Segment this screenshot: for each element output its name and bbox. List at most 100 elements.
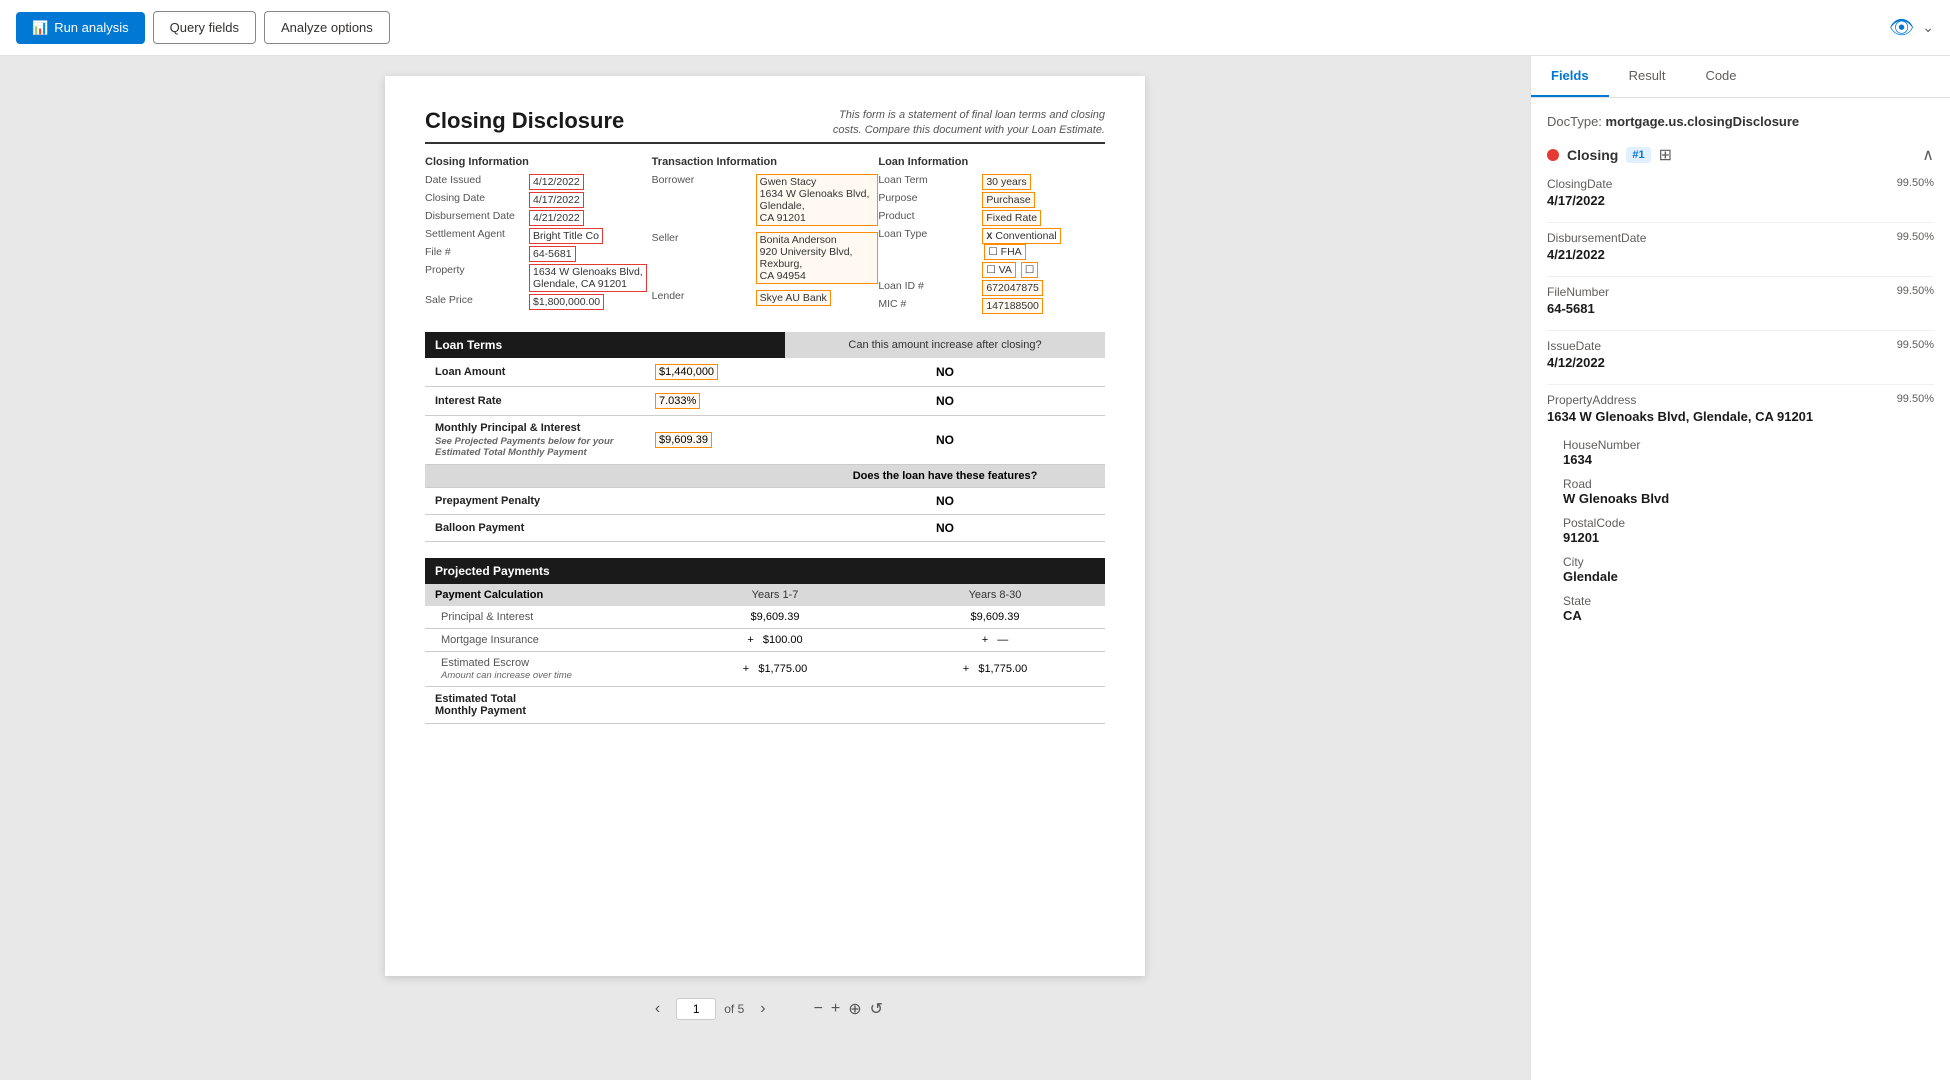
right-panel: Fields Result Code DocType: mortgage.us.…: [1530, 56, 1950, 1080]
disbursement-date-confidence: 99.50%: [1897, 231, 1934, 245]
loan-info-title: Loan Information: [878, 156, 1105, 168]
table-row: Interest Rate 7.033% NO: [425, 387, 1105, 416]
closing-label: Closing: [1567, 147, 1618, 163]
closing-section-header: Closing #1 ⊞ ∧: [1547, 145, 1934, 165]
table-row: Loan Amount $1,440,000 NO: [425, 358, 1105, 387]
doctype-row: DocType: mortgage.us.closingDisclosure: [1547, 114, 1934, 129]
closing-left: Closing #1 ⊞: [1547, 145, 1672, 165]
closing-info-title: Closing Information: [425, 156, 652, 168]
closing-badge: #1: [1626, 147, 1650, 163]
info-row-loan-type: Loan Type X Conventional ☐ FHA ☐ VA: [878, 228, 1105, 278]
closing-date-value: 4/17/2022: [1547, 193, 1934, 208]
info-row-purpose: Purpose Purchase: [878, 192, 1105, 208]
analyze-options-button[interactable]: Analyze options: [264, 11, 390, 44]
projected-payments-table: Projected Payments Payment Calculation Y…: [425, 558, 1105, 724]
years2-header: Years 8-30: [885, 584, 1105, 606]
panel-content: DocType: mortgage.us.closingDisclosure C…: [1531, 98, 1950, 1080]
info-row-property: Property 1634 W Glenoaks Blvd,Glendale, …: [425, 264, 652, 292]
info-row-closing-date: Closing Date 4/17/2022: [425, 192, 652, 208]
sub-field-city: City Glendale: [1563, 555, 1934, 584]
state-label: State: [1563, 594, 1934, 608]
loan-info-section: Loan Information Loan Term 30 years Purp…: [878, 156, 1105, 316]
chevron-down-icon[interactable]: ⌄: [1922, 19, 1934, 36]
tab-fields[interactable]: Fields: [1531, 56, 1609, 97]
table-row-prepayment: Prepayment Penalty NO: [425, 488, 1105, 515]
next-page-button[interactable]: ›: [752, 996, 773, 1022]
file-number-confidence: 99.50%: [1897, 285, 1934, 299]
city-label: City: [1563, 555, 1934, 569]
years1-header: Years 1-7: [665, 584, 885, 606]
tab-result[interactable]: Result: [1609, 56, 1686, 97]
query-fields-button[interactable]: Query fields: [153, 11, 256, 44]
page-number-input[interactable]: [676, 998, 716, 1020]
chart-icon: 📊: [32, 20, 48, 36]
features-header-row: Does the loan have these features?: [425, 465, 1105, 488]
run-analysis-button[interactable]: 📊 Run analysis: [16, 12, 145, 44]
prev-page-button[interactable]: ‹: [647, 996, 668, 1022]
info-row-mic: MIC # 147188500: [878, 298, 1105, 314]
info-row-loan-term: Loan Term 30 years: [878, 174, 1105, 190]
field-entry-disbursement-date: DisbursementDate 99.50% 4/21/2022: [1547, 231, 1934, 262]
info-row-seller: Seller Bonita Anderson920 University Blv…: [652, 232, 879, 284]
field-entry-property-address: PropertyAddress 99.50% 1634 W Glenoaks B…: [1547, 393, 1934, 424]
loan-terms-header: Loan Terms: [425, 332, 645, 358]
document-subtitle: This form is a statement of final loan t…: [825, 108, 1105, 139]
payment-calc-label: Payment Calculation: [425, 584, 665, 606]
table-row: Estimated EscrowAmount can increase over…: [425, 652, 1105, 687]
eye-icon[interactable]: 👁: [1889, 15, 1914, 40]
file-number-field-name: FileNumber 99.50%: [1547, 285, 1934, 299]
page-navigation: ‹ of 5 › − + ⊕ ↺: [647, 996, 883, 1030]
transaction-info-section: Transaction Information Borrower Gwen St…: [652, 156, 879, 316]
grid-icon[interactable]: ⊞: [1659, 145, 1672, 165]
house-number-value: 1634: [1563, 452, 1934, 467]
info-row-product: Product Fixed Rate: [878, 210, 1105, 226]
info-row-disbursement-date: Disbursement Date 4/21/2022: [425, 210, 652, 226]
info-row-loan-id: Loan ID # 672047875: [878, 280, 1105, 296]
doctype-value: mortgage.us.closingDisclosure: [1606, 114, 1800, 129]
field-entry-closing-date: ClosingDate 99.50% 4/17/2022: [1547, 177, 1934, 208]
road-label: Road: [1563, 477, 1934, 491]
main-layout: Closing Disclosure This form is a statem…: [0, 56, 1950, 1080]
table-row: Mortgage Insurance + $100.00 + —: [425, 629, 1105, 652]
issue-date-value: 4/12/2022: [1547, 355, 1934, 370]
property-address-value: 1634 W Glenoaks Blvd, Glendale, CA 91201: [1547, 409, 1934, 424]
toolbar-icons: 👁 ⌄: [1889, 15, 1934, 40]
property-address-confidence: 99.50%: [1897, 393, 1934, 407]
info-row-file-number: File # 64-5681: [425, 246, 652, 262]
projected-payments-header: Projected Payments: [425, 558, 665, 584]
table-row: Monthly Principal & Interest See Project…: [425, 416, 1105, 465]
state-value: CA: [1563, 608, 1934, 623]
transaction-info-title: Transaction Information: [652, 156, 879, 168]
file-number-value: 64-5681: [1547, 301, 1934, 316]
sub-field-state: State CA: [1563, 594, 1934, 623]
property-address-field-name: PropertyAddress 99.50%: [1547, 393, 1934, 407]
zoom-out-button[interactable]: −: [814, 999, 823, 1019]
sub-field-postal-code: PostalCode 91201: [1563, 516, 1934, 545]
zoom-in-button[interactable]: +: [831, 999, 840, 1019]
info-row-borrower: Borrower Gwen Stacy1634 W Glenoaks Blvd,…: [652, 174, 879, 226]
panel-tabs: Fields Result Code: [1531, 56, 1950, 98]
document-viewer: Closing Disclosure This form is a statem…: [0, 56, 1530, 1080]
rotate-button[interactable]: ↺: [870, 999, 883, 1019]
closing-indicator-dot: [1547, 149, 1559, 161]
zoom-controls: − + ⊕ ↺: [814, 999, 884, 1019]
house-number-label: HouseNumber: [1563, 438, 1934, 452]
tab-code[interactable]: Code: [1685, 56, 1756, 97]
info-row-lender: Lender Skye AU Bank: [652, 290, 879, 306]
toolbar: 📊 Run analysis Query fields Analyze opti…: [0, 0, 1950, 56]
postal-code-value: 91201: [1563, 530, 1934, 545]
info-row-sale-price: Sale Price $1,800,000.00: [425, 294, 652, 310]
info-row-date-issued: Date Issued 4/12/2022: [425, 174, 652, 190]
collapse-button[interactable]: ∧: [1922, 145, 1934, 165]
field-entry-issue-date: IssueDate 99.50% 4/12/2022: [1547, 339, 1934, 370]
table-row-balloon: Balloon Payment NO: [425, 515, 1105, 542]
disbursement-date-value: 4/21/2022: [1547, 247, 1934, 262]
road-value: W Glenoaks Blvd: [1563, 491, 1934, 506]
closing-date-confidence: 99.50%: [1897, 177, 1934, 191]
doctype-label: DocType:: [1547, 114, 1602, 129]
fit-page-button[interactable]: ⊕: [848, 999, 861, 1019]
disbursement-date-field-name: DisbursementDate 99.50%: [1547, 231, 1934, 245]
page-total: of 5: [724, 1002, 744, 1016]
issue-date-confidence: 99.50%: [1897, 339, 1934, 353]
loan-terms-table: Loan Terms Can this amount increase afte…: [425, 332, 1105, 542]
